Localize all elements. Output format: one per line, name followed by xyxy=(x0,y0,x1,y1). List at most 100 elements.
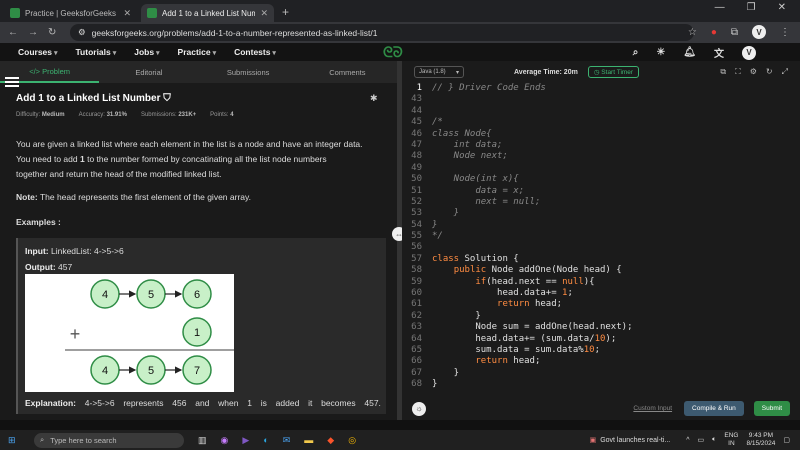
file-explorer-icon[interactable]: ▬ xyxy=(304,435,313,446)
news-text: Govt launches real-ti... xyxy=(600,436,671,444)
forward-icon[interactable]: → xyxy=(28,27,38,38)
code-line[interactable]: 59 if(head.next == null){ xyxy=(402,277,800,288)
code-line[interactable]: 49 xyxy=(402,163,800,174)
notification-bell-icon[interactable]: 🔔︎ xyxy=(683,47,696,58)
windows-start-icon[interactable]: ⊞ xyxy=(8,435,28,446)
code-line[interactable]: 65 sum.data = sum.data%10; xyxy=(402,345,800,356)
code-line[interactable]: 50 Node(int x){ xyxy=(402,174,800,185)
nav-jobs[interactable]: Jobs xyxy=(134,47,159,57)
code-line[interactable]: 62 } xyxy=(402,311,800,322)
extensions-puzzle-icon[interactable]: ⧉ xyxy=(731,27,738,38)
gfg-logo-icon[interactable]: ᘓᘐ xyxy=(383,44,403,61)
site-info-icon[interactable]: ⚙ xyxy=(78,27,86,38)
address-bar[interactable]: ⚙ geeksforgeeks.org/problems/add-1-to-a-… xyxy=(70,24,694,41)
example-output: Output: 457 xyxy=(25,262,72,272)
node-value: 7 xyxy=(194,365,200,377)
notifications-icon[interactable]: ▢ xyxy=(783,436,790,444)
code-line[interactable]: 61 return head; xyxy=(402,299,800,310)
profile-avatar[interactable]: V xyxy=(752,25,766,39)
code-line[interactable]: 46 class Node{ xyxy=(402,129,800,140)
code-line[interactable]: 48 Node next; xyxy=(402,151,800,162)
code-text: head.data+= 1; xyxy=(432,288,573,299)
nav-courses[interactable]: Courses xyxy=(18,47,57,57)
code-line[interactable]: 68} xyxy=(402,379,800,390)
video-editor-icon[interactable]: ▶ xyxy=(242,435,249,446)
minimize-icon[interactable]: — xyxy=(715,2,725,13)
new-tab-icon[interactable]: + xyxy=(282,5,289,19)
language-select[interactable]: Java (1.8) ▾ xyxy=(414,66,464,78)
code-line[interactable]: 67 } xyxy=(402,368,800,379)
fullscreen-icon[interactable]: ⛶ xyxy=(735,67,741,77)
close-tab-icon[interactable]: ✕ xyxy=(260,8,268,19)
close-window-icon[interactable]: ✕ xyxy=(778,2,786,13)
menu-kebab-icon[interactable]: ⋮ xyxy=(780,27,790,38)
code-area[interactable]: 1 // } Driver Code Ends 43 44 45 /* 46 class No… xyxy=(402,83,800,389)
code-line[interactable]: 64 head.data+= (sum.data/10); xyxy=(402,334,800,345)
custom-input-link[interactable]: Custom Input xyxy=(633,405,672,412)
gutter xyxy=(422,83,432,94)
theme-toggle-icon[interactable]: ☀ xyxy=(656,47,665,58)
extension-icon[interactable]: ● xyxy=(711,27,717,38)
code-line[interactable]: 51 data = x; xyxy=(402,186,800,197)
settings-gear-icon[interactable]: ⚙ xyxy=(750,67,757,77)
code-line[interactable]: 58 public Node addOne(Node head) { xyxy=(402,265,800,276)
expand-icon[interactable]: ⤢ xyxy=(782,67,788,77)
search-icon[interactable]: ⌕ xyxy=(633,47,639,58)
taskbar-clock[interactable]: 9:43 PM 8/15/2024 xyxy=(746,432,775,448)
code-line[interactable]: 54} xyxy=(402,220,800,231)
report-bug-icon[interactable]: ✱ xyxy=(370,93,378,104)
code-line[interactable]: 53 } xyxy=(402,208,800,219)
submit-button[interactable]: Submit xyxy=(753,401,790,416)
copilot-icon[interactable]: ◉ xyxy=(221,435,229,446)
gutter xyxy=(422,208,432,219)
menu-hamburger-icon[interactable] xyxy=(5,75,19,89)
network-icon[interactable]: ▭ xyxy=(698,436,705,444)
translate-icon[interactable]: 文 xyxy=(714,45,724,60)
tab-comments[interactable]: Comments xyxy=(298,68,397,77)
line-number: 59 xyxy=(411,276,422,287)
code-line[interactable]: 63 Node sum = addOne(head.next); xyxy=(402,322,800,333)
close-tab-icon[interactable]: ✕ xyxy=(123,8,131,19)
browser-tab-problem[interactable]: Add 1 to a Linked List Number ✕ xyxy=(141,4,274,22)
start-timer-button[interactable]: ◷ Start Timer xyxy=(587,66,640,78)
maximize-icon[interactable]: ❐ xyxy=(747,2,756,13)
tab-editorial[interactable]: Editorial xyxy=(99,68,198,77)
reset-icon[interactable]: ↻ xyxy=(766,67,773,77)
compile-run-button[interactable]: Compile & Run xyxy=(684,401,744,416)
back-icon[interactable]: ← xyxy=(8,27,18,38)
reload-icon[interactable]: ↻ xyxy=(48,27,56,38)
edge-browser-icon[interactable]: ◐ xyxy=(263,435,268,446)
input-language[interactable]: ENG IN xyxy=(724,432,738,448)
code-line[interactable]: 1 // } Driver Code Ends xyxy=(402,83,800,94)
explanation-word: is xyxy=(260,398,267,408)
task-view-icon[interactable]: ▥ xyxy=(198,435,207,446)
bookmark-icon[interactable]: ⛉ xyxy=(163,93,171,104)
code-line[interactable]: 47 int data; xyxy=(402,140,800,151)
nav-contests[interactable]: Contests xyxy=(234,47,276,57)
copy-icon[interactable]: ⧉ xyxy=(720,67,726,77)
tray-chevron-icon[interactable]: ^ xyxy=(686,437,689,444)
bookmark-star-icon[interactable]: ☆ xyxy=(688,27,697,38)
mail-icon[interactable]: ✉ xyxy=(283,435,291,446)
user-avatar[interactable]: V xyxy=(742,45,756,60)
code-line[interactable]: 56 xyxy=(402,242,800,253)
code-line[interactable]: 52 next = null; xyxy=(402,197,800,208)
code-line[interactable]: 60 head.data+= 1; xyxy=(402,288,800,299)
nav-practice[interactable]: Practice xyxy=(178,47,217,57)
code-editor-pane: Java (1.8) ▾ Average Time: 20m ◷ Start T… xyxy=(402,61,800,420)
browser-tab-practice[interactable]: Practice | GeeksforGeeks | A co ✕ xyxy=(4,4,137,22)
brave-browser-icon[interactable]: ◆ xyxy=(327,435,334,446)
code-line[interactable]: 43 xyxy=(402,94,800,105)
lightbulb-icon[interactable]: ☼ xyxy=(412,401,426,416)
code-line[interactable]: 44 xyxy=(402,106,800,117)
chrome-browser-icon[interactable]: ◎ xyxy=(348,435,356,446)
news-widget[interactable]: ▣ Govt launches real-ti... xyxy=(590,436,671,445)
nav-tutorials[interactable]: Tutorials xyxy=(75,47,116,57)
code-line[interactable]: 45 /* xyxy=(402,117,800,128)
taskbar-search[interactable]: ⌕ Type here to search xyxy=(34,432,184,448)
code-line[interactable]: 57 class Solution { xyxy=(402,254,800,265)
tab-submissions[interactable]: Submissions xyxy=(199,68,298,77)
volume-icon[interactable]: 🔈︎ xyxy=(712,436,716,444)
code-line[interactable]: 66 return head; xyxy=(402,356,800,367)
code-line[interactable]: 55 */ xyxy=(402,231,800,242)
